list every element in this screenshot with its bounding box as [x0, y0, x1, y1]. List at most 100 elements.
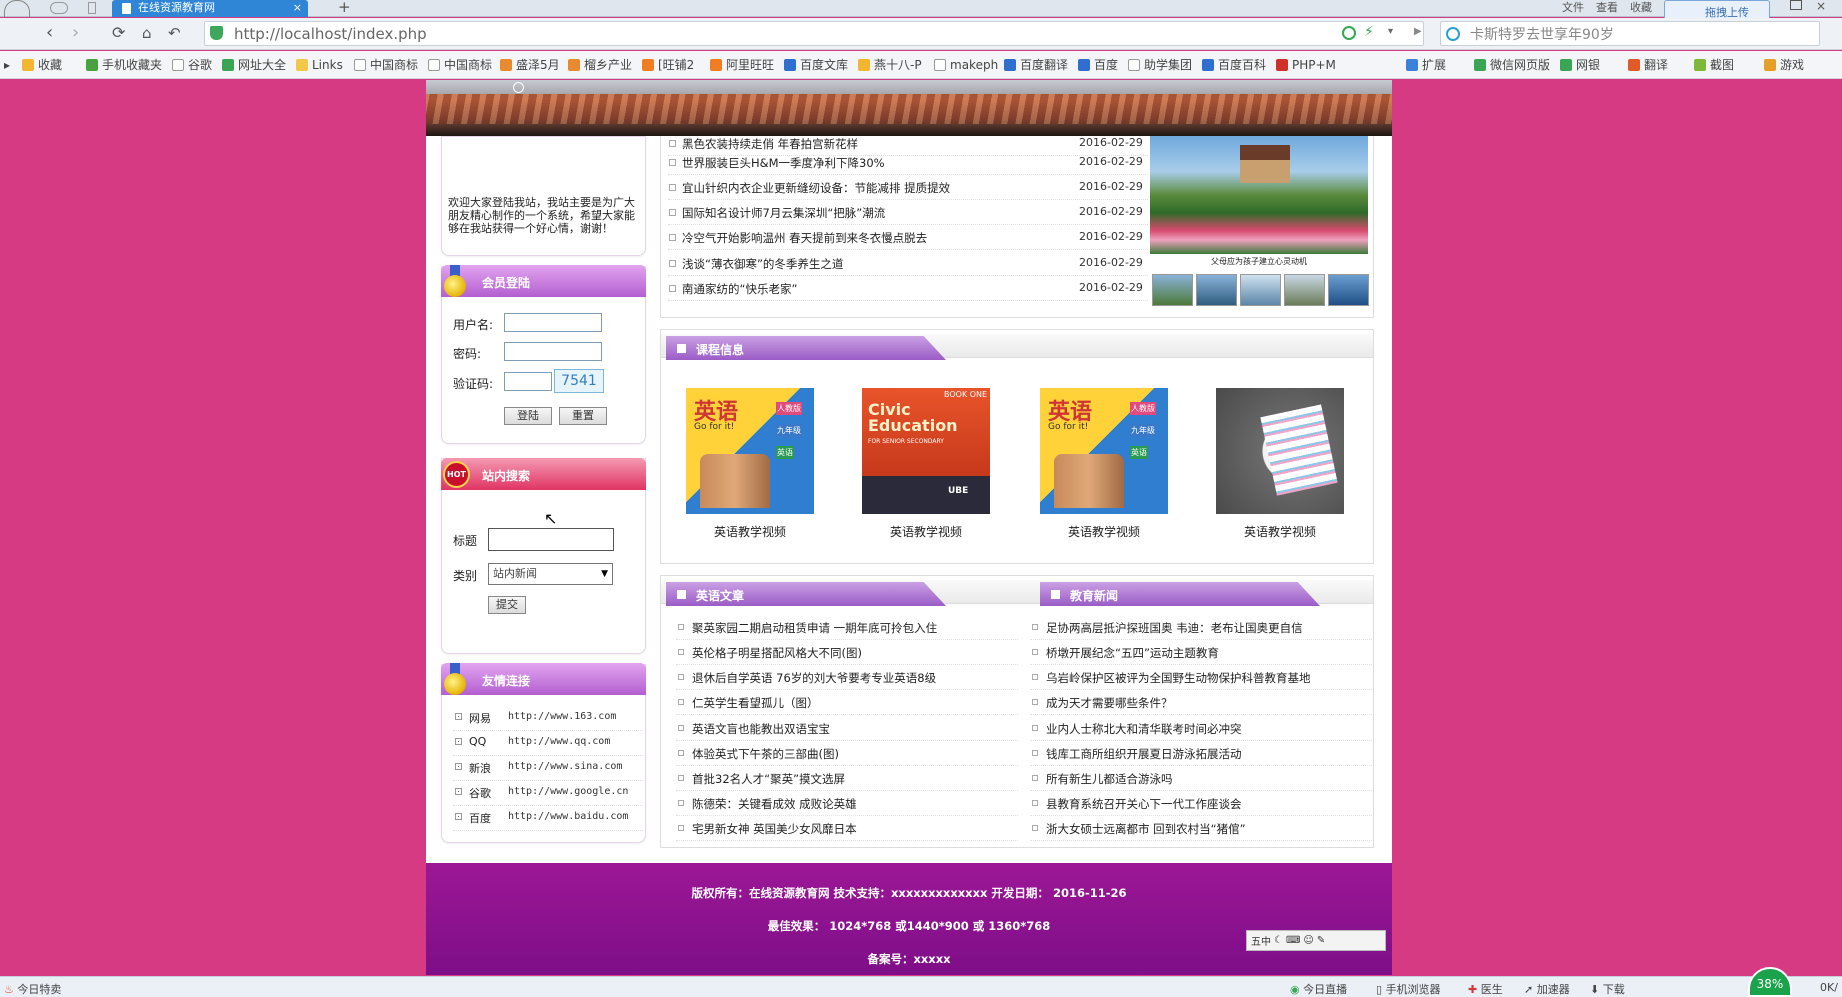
bookmarks-toggle-icon[interactable]: ▸ — [4, 57, 10, 73]
play-icon[interactable]: ▶ — [1414, 26, 1422, 37]
tab-active[interactable]: 在线资源教育网 × — [112, 0, 308, 17]
photo-thumbnail[interactable] — [1328, 274, 1369, 306]
bookmark-item[interactable]: 助学集团 — [1128, 57, 1192, 73]
edu-news-item[interactable]: 县教育系统召开关心下一代工作座谈会 — [1030, 791, 1372, 816]
bookmark-item[interactable]: 榴乡产业 — [568, 57, 632, 73]
bookmark-item[interactable]: [旺铺2 — [642, 57, 694, 73]
bookmark-item[interactable]: Links — [296, 57, 343, 73]
bookmark-item[interactable]: 百度翻译 — [1004, 57, 1068, 73]
course-item[interactable] — [1216, 388, 1344, 514]
refresh-icon[interactable]: ⟳ — [112, 22, 125, 44]
course-item[interactable]: 英语 Go for it! 人教版 九年级 英语 — [686, 388, 814, 514]
photo-thumbnail[interactable] — [1240, 274, 1281, 306]
bookmark-item[interactable]: 燕十八-P — [858, 57, 922, 73]
reset-button[interactable]: 重置 — [559, 407, 607, 425]
bookmark-item[interactable]: 谷歌 — [172, 57, 212, 73]
status-doctor[interactable]: ✚ 医生 — [1468, 981, 1503, 997]
status-live[interactable]: ◉ 今日直播 — [1290, 981, 1347, 997]
course-cover[interactable] — [1216, 388, 1344, 514]
friend-link[interactable]: 谷歌 http://www.google.cn — [453, 781, 643, 806]
friend-link[interactable]: 百度 http://www.baidu.com — [453, 806, 643, 831]
url-text[interactable]: http://localhost/index.php — [234, 24, 427, 44]
home-icon[interactable]: ⌂ — [142, 22, 152, 44]
window-restore-icon[interactable] — [1790, 0, 1802, 10]
bookmark-item[interactable]: 中国商标 — [354, 57, 418, 73]
article-item[interactable]: 英伦格子明星搭配风格大不同(图) — [676, 640, 1018, 665]
bookmark-item[interactable]: 中国商标 — [428, 57, 492, 73]
course-item[interactable]: Civic Education FOR SENIOR SECONDARY BOO… — [862, 388, 990, 514]
menu-file[interactable]: 文件 — [1562, 0, 1584, 15]
edu-news-item[interactable]: 浙大女硕士远离都市 回到农村当“猪倌” — [1030, 816, 1372, 841]
course-caption[interactable]: 英语教学视频 — [670, 523, 830, 540]
dropdown-icon[interactable]: ▾ — [1388, 26, 1393, 37]
ime-toolbar[interactable]: 五中 ☾ ⌨ ☺ ✎ — [1246, 930, 1386, 951]
refresh-green-icon[interactable] — [1342, 26, 1356, 40]
friend-link[interactable]: 网易 http://www.163.com — [453, 706, 643, 731]
news-row[interactable]: 南通家纺的“快乐老家” 2016-02-29 — [668, 276, 1148, 301]
submit-button[interactable]: 提交 — [488, 596, 526, 614]
course-caption[interactable]: 英语教学视频 — [1024, 523, 1184, 540]
news-row[interactable]: 宜山针织内衣企业更新缝纫设备：节能减排 提质提效 2016-02-29 — [668, 175, 1148, 200]
new-tab-button[interactable]: + — [338, 0, 351, 16]
bookmark-item[interactable]: 盛泽5月 — [500, 57, 560, 73]
username-field[interactable] — [504, 313, 602, 332]
friend-link[interactable]: 新浪 http://www.sina.com — [453, 756, 643, 781]
photo-thumbnail[interactable] — [1196, 274, 1237, 306]
article-item[interactable]: 退休后自学英语 76岁的刘大爷要考专业英语8级 — [676, 665, 1018, 690]
ext-item[interactable]: 游戏 — [1764, 57, 1804, 73]
status-accelerator[interactable]: ➚ 加速器 — [1524, 981, 1570, 997]
forward-icon[interactable]: › — [72, 22, 79, 44]
news-row[interactable]: 世界服装巨头H&M一季度净利下降30% 2016-02-29 — [668, 150, 1148, 175]
article-item[interactable]: 体验英式下午茶的三部曲(图) — [676, 741, 1018, 766]
edu-news-item[interactable]: 乌岩岭保护区被评为全国野生动物保护科普教育基地 — [1030, 665, 1372, 690]
bookmark-item[interactable]: 百度百科 — [1202, 57, 1266, 73]
back-icon[interactable]: ‹ — [46, 22, 53, 44]
ext-item[interactable]: 翻译 — [1628, 57, 1668, 73]
bookmark-item[interactable]: makeph — [934, 57, 998, 73]
captcha-field[interactable] — [504, 372, 552, 391]
article-item[interactable]: 英语文盲也能教出双语宝宝 — [676, 716, 1018, 741]
window-close-icon[interactable]: × — [1816, 0, 1826, 12]
course-caption[interactable]: 英语教学视频 — [846, 523, 1006, 540]
bookmark-item[interactable]: 网址大全 — [222, 57, 286, 73]
news-row[interactable]: 国际知名设计师7月云集深圳“把脉”潮流 2016-02-29 — [668, 200, 1148, 225]
article-item[interactable]: 陈德荣：关键看成效 成败论英雄 — [676, 791, 1018, 816]
cpu-usage-badge[interactable]: 38% — [1748, 967, 1792, 997]
course-cover[interactable]: 英语 Go for it! 人教版 九年级 英语 — [686, 388, 814, 514]
user-avatar-icon[interactable] — [4, 0, 30, 17]
edu-news-item[interactable]: 钱库工商所组织开展夏日游泳拓展活动 — [1030, 741, 1372, 766]
password-field[interactable] — [504, 342, 602, 361]
bookmark-item[interactable]: PHP+M — [1276, 57, 1336, 73]
search-input[interactable]: 卡斯特罗去世享年90岁 — [1470, 24, 1614, 44]
status-deals[interactable]: ♨ 今日特卖 — [4, 981, 61, 997]
status-download[interactable]: ⬇ 下载 — [1590, 981, 1625, 997]
search-title-field[interactable] — [488, 528, 614, 551]
menu-view[interactable]: 查看 — [1596, 0, 1618, 15]
category-select[interactable]: 站内新闻 ▼ — [488, 563, 613, 585]
edu-news-item[interactable]: 成为天才需要哪些条件？ — [1030, 690, 1372, 715]
article-item[interactable]: 聚英家园二期启动租赁申请 一期年底可拎包入住 — [676, 615, 1018, 640]
ext-item[interactable]: 截图 — [1694, 57, 1734, 73]
lightning-icon[interactable]: ⚡ — [1364, 24, 1374, 40]
undo-icon[interactable]: ↶ — [168, 22, 181, 44]
friend-link[interactable]: QQ http://www.qq.com — [453, 731, 643, 756]
cloud-icon[interactable] — [50, 2, 68, 14]
course-cover[interactable]: 英语 Go for it! 人教版 九年级 英语 — [1040, 388, 1168, 514]
ext-item[interactable]: 网银 — [1560, 57, 1600, 73]
captcha-image[interactable]: 7541 — [554, 369, 604, 393]
course-cover[interactable]: Civic Education FOR SENIOR SECONDARY BOO… — [862, 388, 990, 514]
article-item[interactable]: 仁英学生看望孤儿（图） — [676, 690, 1018, 715]
ext-item[interactable]: 扩展 — [1406, 57, 1446, 73]
course-caption[interactable]: 英语教学视频 — [1200, 523, 1360, 540]
login-button[interactable]: 登陆 — [504, 407, 552, 425]
status-mobile-browser[interactable]: ▯ 手机浏览器 — [1376, 981, 1441, 997]
edu-news-item[interactable]: 所有新生儿都适合游泳吗 — [1030, 766, 1372, 791]
bookmark-item[interactable]: 手机收藏夹 — [86, 57, 162, 73]
news-row[interactable]: 冷空气开始影响温州 春天提前到来冬衣慢点脱去 2016-02-29 — [668, 225, 1148, 250]
tab-list-icon[interactable] — [88, 2, 96, 14]
ext-item[interactable]: 微信网页版 — [1474, 57, 1550, 73]
photo-thumbnail[interactable] — [1152, 274, 1193, 306]
article-item[interactable]: 首批32名人才“聚英”摸文选屏 — [676, 766, 1018, 791]
menu-favorites[interactable]: 收藏 — [1630, 0, 1652, 15]
photo-thumbnail[interactable] — [1284, 274, 1325, 306]
